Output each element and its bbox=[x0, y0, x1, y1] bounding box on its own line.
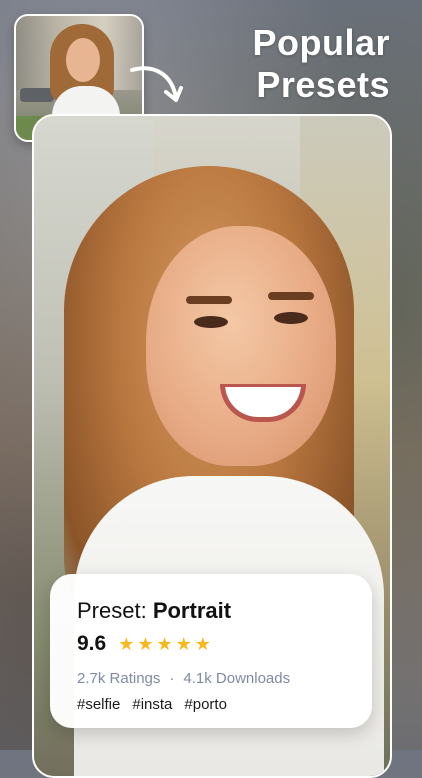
headline-line-2: Presets bbox=[256, 64, 390, 105]
star-icon: ★ bbox=[194, 634, 211, 654]
preset-info-card[interactable]: Preset: Portrait 9.6 ★ ★ ★ ★ ★ 2.7k Ratings … bbox=[50, 574, 372, 728]
headline: Popular Presets bbox=[252, 22, 390, 106]
thumbnail-car bbox=[20, 88, 54, 102]
star-icon: ★ bbox=[137, 634, 154, 654]
preset-name: Portrait bbox=[152, 598, 232, 623]
curved-arrow-icon bbox=[130, 66, 183, 102]
subject-brow-right bbox=[268, 292, 314, 300]
headline-line-1: Popular bbox=[252, 22, 390, 63]
stats-line: 2.7k Ratings · 4.1k Downloads bbox=[77, 670, 290, 687]
tags-row: #selfie #insta #porto bbox=[77, 696, 227, 713]
rating-score: 9.6 bbox=[77, 632, 107, 655]
preset-prefix: Preset: bbox=[77, 598, 153, 623]
subject-eye-left bbox=[194, 316, 228, 328]
tag[interactable]: #porto bbox=[184, 696, 227, 713]
tag[interactable]: #insta bbox=[132, 696, 172, 713]
downloads-count: 4.1k Downloads bbox=[183, 670, 291, 687]
star-rating: ★ ★ ★ ★ ★ bbox=[118, 635, 211, 653]
subject-brow-left bbox=[186, 296, 232, 304]
star-icon: ★ bbox=[118, 634, 135, 654]
stats-separator: · bbox=[169, 670, 175, 687]
thumbnail-face bbox=[66, 38, 100, 82]
tag[interactable]: #selfie bbox=[77, 696, 120, 713]
subject-face bbox=[146, 226, 336, 466]
ratings-count: 2.7k Ratings bbox=[77, 670, 161, 687]
rating-row: 9.6 ★ ★ ★ ★ ★ bbox=[77, 632, 211, 656]
preset-title: Preset: Portrait bbox=[77, 598, 231, 624]
star-icon: ★ bbox=[156, 634, 173, 654]
subject-eye-right bbox=[274, 312, 308, 324]
star-icon: ★ bbox=[175, 634, 192, 654]
